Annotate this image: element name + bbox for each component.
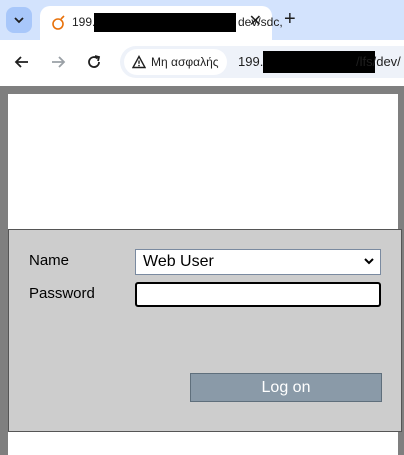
- url-text-tail: /lfs/dev/: [356, 54, 401, 69]
- reload-button[interactable]: [82, 50, 106, 74]
- back-button[interactable]: [10, 50, 34, 74]
- forward-button[interactable]: [46, 50, 70, 74]
- logon-button[interactable]: Log on: [190, 373, 382, 402]
- password-label: Password: [29, 285, 95, 302]
- new-tab-button[interactable]: +: [284, 8, 296, 31]
- active-tab[interactable]: 199. dev/sdc, ✕: [40, 6, 283, 40]
- tab-search-button[interactable]: [6, 7, 32, 33]
- security-chip[interactable]: Μη ασφαλής: [124, 49, 227, 75]
- close-icon[interactable]: ✕: [249, 11, 262, 31]
- chevron-down-icon: [14, 17, 24, 24]
- user-select[interactable]: Web User: [135, 249, 381, 275]
- browser-toolbar: Μη ασφαλής 199. /lfs/dev/: [0, 40, 404, 85]
- redaction-box: [94, 13, 236, 32]
- address-bar[interactable]: Μη ασφαλής 199. /lfs/dev/: [120, 46, 404, 78]
- url-text: 199.: [238, 54, 264, 69]
- name-label: Name: [29, 252, 70, 269]
- reload-icon: [88, 55, 101, 68]
- tab-title: 199.: [72, 15, 96, 29]
- user-select-value: Web User: [143, 253, 214, 270]
- warning-icon: [132, 55, 146, 69]
- chevron-down-icon: [364, 258, 374, 265]
- loading-spinner-icon: [52, 15, 65, 30]
- back-arrow-icon: [14, 56, 28, 68]
- forward-arrow-icon: [52, 56, 66, 68]
- login-panel: Name Web User Password Log on: [8, 229, 402, 432]
- security-label: Μη ασφαλής: [151, 55, 219, 69]
- plus-icon: +: [284, 8, 296, 30]
- password-input[interactable]: [135, 282, 381, 307]
- tab-strip: 199. dev/sdc, ✕ +: [0, 0, 404, 40]
